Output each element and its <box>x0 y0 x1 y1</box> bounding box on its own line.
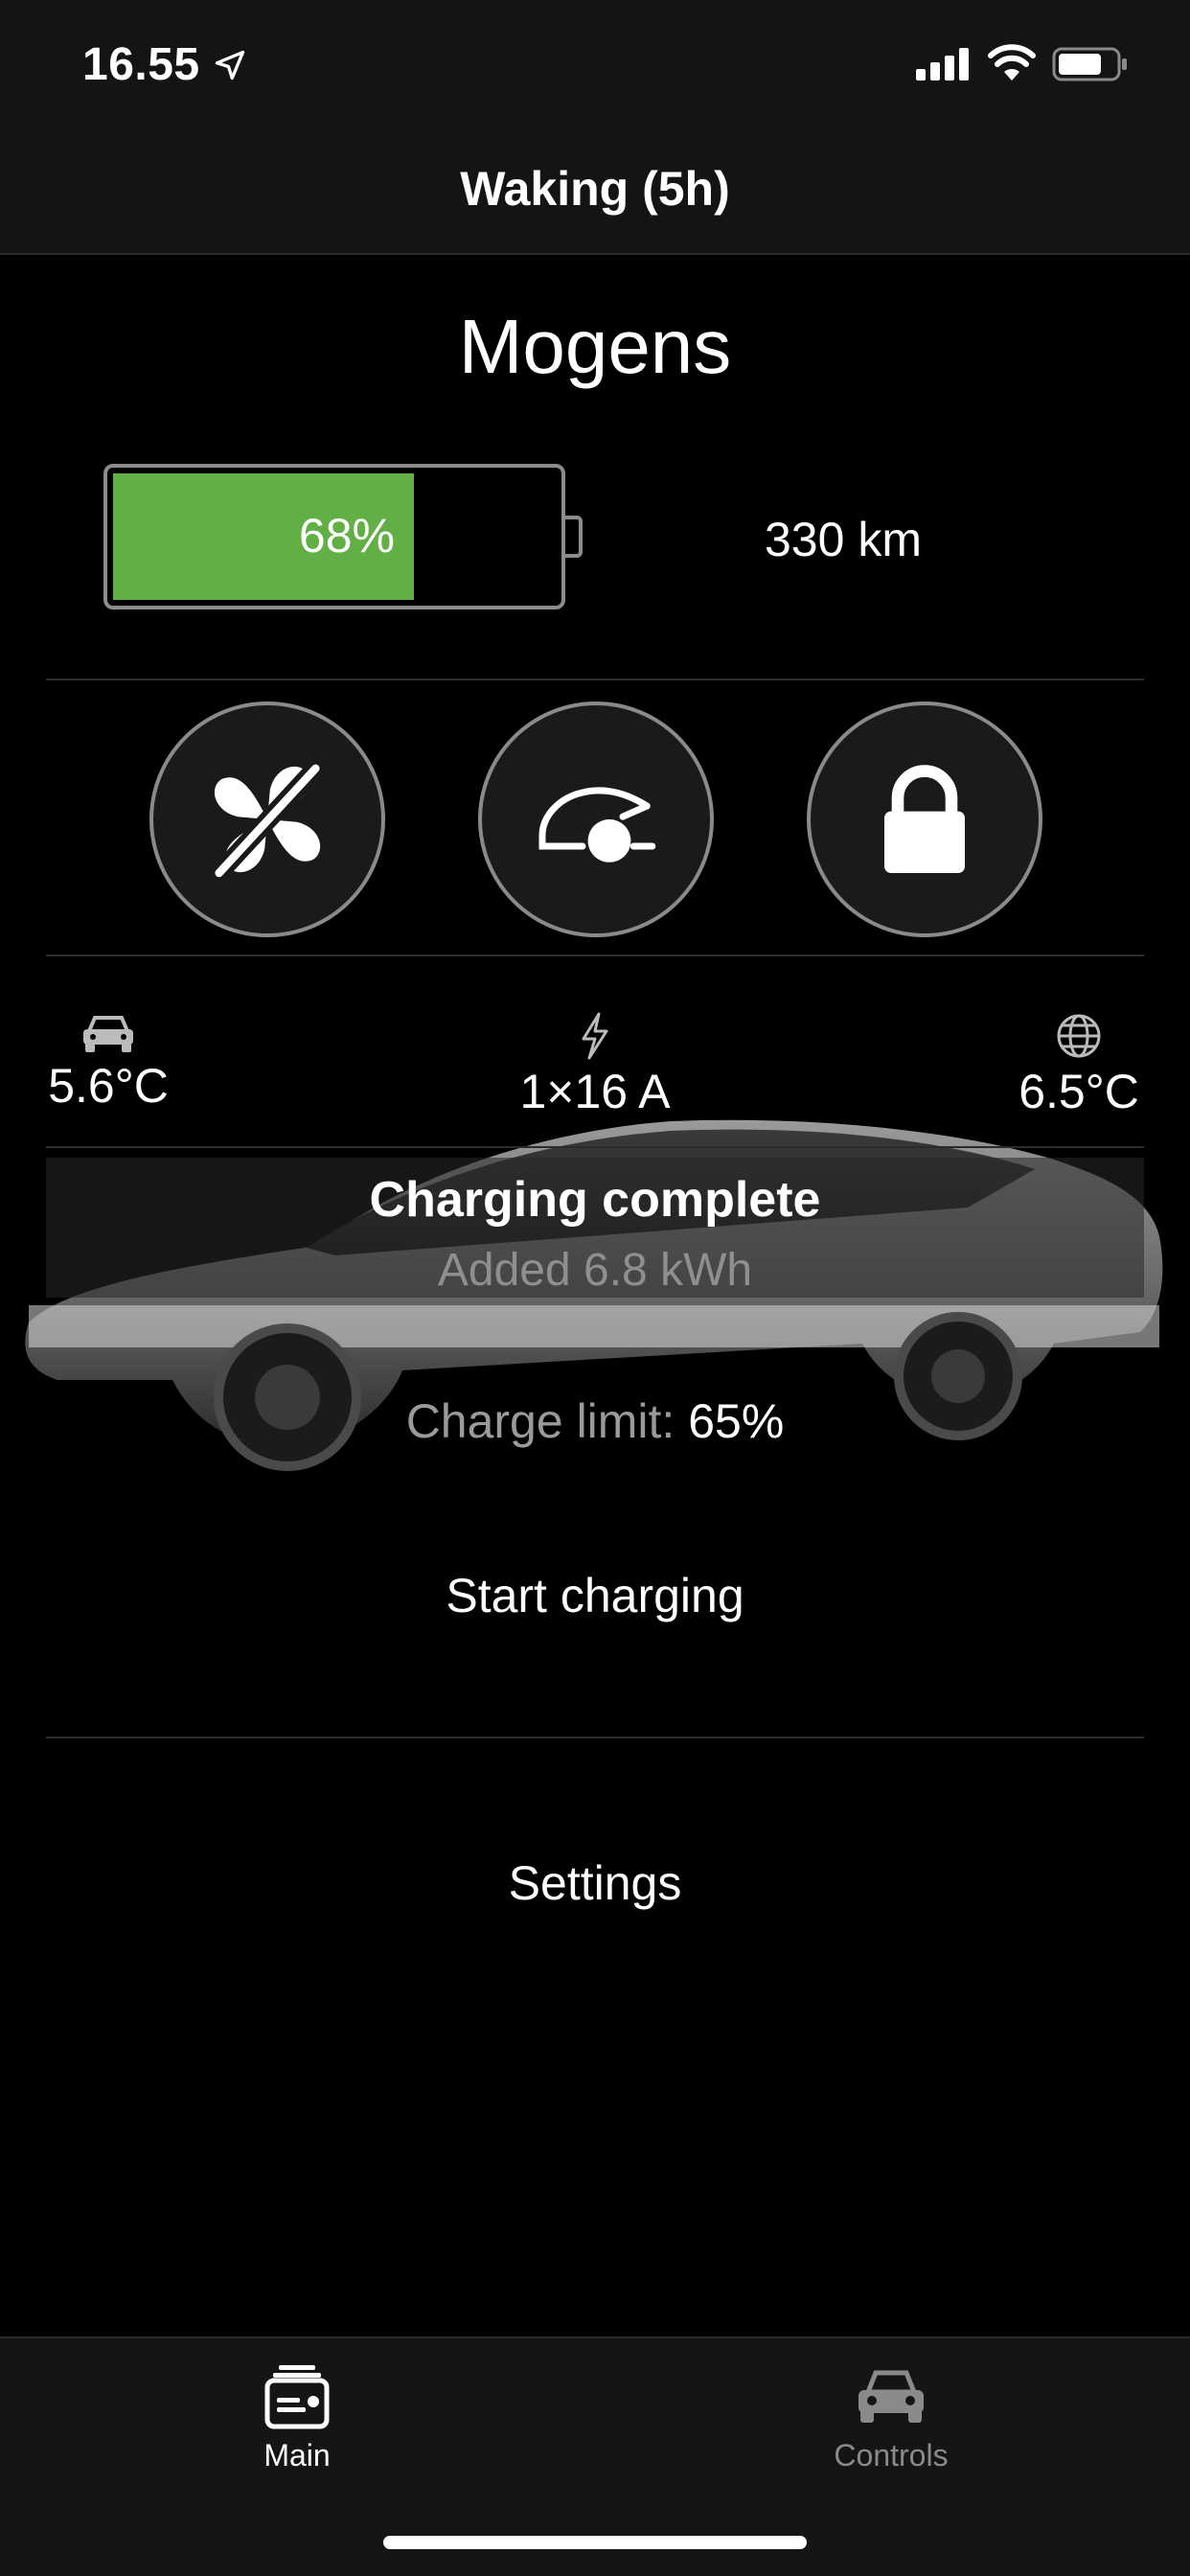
divider <box>46 1146 1144 1148</box>
nav-bar: Waking (5h) <box>0 134 1190 255</box>
car-trunk-icon <box>538 787 656 862</box>
tab-controls[interactable]: Controls <box>767 2361 1016 2473</box>
outside-temp: 6.5°C <box>1012 1012 1146 1119</box>
battery-percent: 68% <box>298 509 395 563</box>
car-icon <box>83 1016 133 1052</box>
lock-icon <box>884 765 965 873</box>
tab-main-label: Main <box>263 2438 331 2472</box>
cellular-signal-icon <box>916 48 969 80</box>
range-value: 330 km <box>765 513 922 566</box>
main-tab-icon <box>264 2365 330 2429</box>
charge-added: Added 6.8 kWh <box>437 1245 753 1296</box>
start-charging-button[interactable]: Start charging <box>0 1568 1190 1623</box>
car-icon <box>858 2370 924 2423</box>
tab-main[interactable]: Main <box>172 2361 422 2473</box>
globe-icon <box>1057 1014 1101 1058</box>
fan-off-icon <box>212 762 323 880</box>
charge-limit-label: Charge limit: <box>405 1394 675 1448</box>
location-arrow-icon <box>215 50 245 80</box>
charger-value: 1×16 A <box>519 1065 671 1118</box>
divider <box>46 1736 1144 1738</box>
inside-temp-value: 5.6°C <box>48 1059 169 1113</box>
bolt-icon <box>582 1012 608 1060</box>
outside-temp-value: 6.5°C <box>1018 1065 1139 1118</box>
status-time: 16.55 <box>82 39 200 90</box>
trunk-button[interactable] <box>478 702 714 937</box>
battery-fill: 68% <box>113 473 414 600</box>
battery-tip <box>563 516 583 558</box>
battery-gauge: 68% <box>103 464 565 610</box>
divider <box>46 954 1144 956</box>
charger-info: 1×16 A <box>499 1012 691 1119</box>
charge-limit-value: 65% <box>688 1394 785 1448</box>
charge-limit[interactable]: Charge limit: 65% <box>0 1393 1190 1449</box>
climate-button[interactable] <box>149 702 385 937</box>
inside-temp: 5.6°C <box>46 1012 171 1114</box>
home-indicator <box>383 2536 807 2549</box>
tab-controls-label: Controls <box>834 2438 949 2472</box>
charge-status: Charging complete <box>369 1172 821 1228</box>
lock-button[interactable] <box>807 702 1042 937</box>
wifi-icon <box>988 44 1036 80</box>
divider <box>46 678 1144 680</box>
status-bar: 16.55 <box>0 0 1190 134</box>
nav-title: Waking (5h) <box>460 162 730 216</box>
vehicle-name: Mogens <box>458 304 732 389</box>
settings-button[interactable]: Settings <box>0 1855 1190 1911</box>
status-battery-icon <box>1052 47 1127 81</box>
